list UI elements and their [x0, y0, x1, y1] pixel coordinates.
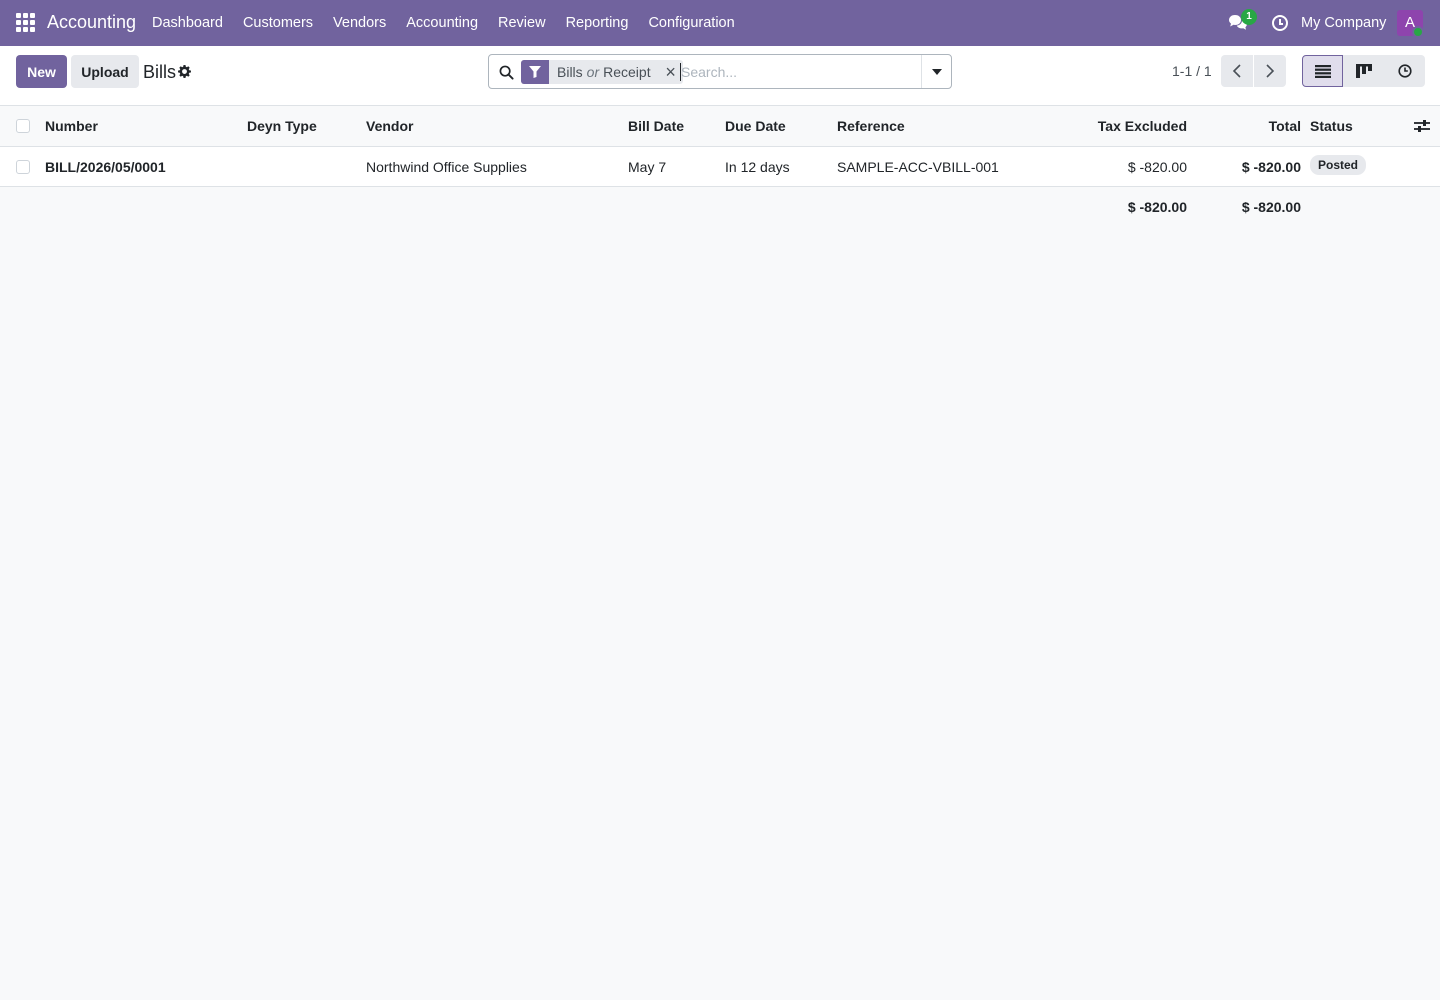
presence-indicator [1412, 26, 1424, 38]
cell-tax-excluded[interactable]: $ -820.00 [1060, 147, 1187, 186]
row-select-cell [16, 147, 32, 186]
menu-vendors[interactable]: Vendors [323, 0, 396, 46]
column-header-reference[interactable]: Reference [837, 106, 905, 146]
facet-remove-close-icon[interactable]: × [659, 60, 683, 84]
select-all-checkbox[interactable] [16, 119, 30, 133]
kanban-view-icon [1355, 64, 1372, 78]
apps-menu-icon[interactable] [16, 13, 36, 33]
chevron-left-icon [1232, 64, 1241, 78]
column-header-number[interactable]: Number [45, 106, 98, 146]
column-header-deyn-type[interactable]: Deyn Type [247, 106, 317, 146]
total-tax-excluded: $ -820.00 [1127, 199, 1187, 215]
menu-accounting[interactable]: Accounting [396, 0, 488, 46]
pager-previous-button[interactable] [1221, 55, 1253, 87]
table-row[interactable]: BILL/2026/05/0001 Northwind Office Suppl… [0, 147, 1440, 187]
menu-customers[interactable]: Customers [233, 0, 323, 46]
activity-clock-icon[interactable] [1272, 15, 1288, 31]
cell-reference[interactable]: SAMPLE-ACC-VBILL-001 [837, 147, 999, 186]
company-switcher[interactable]: My Company [1301, 15, 1386, 31]
upload-button[interactable]: Upload [71, 55, 139, 88]
cell-number[interactable]: BILL/2026/05/0001 [45, 147, 166, 186]
column-header-status[interactable]: Status [1310, 106, 1353, 146]
facet-values: Bills or Receipt [549, 64, 659, 80]
main-menu: Dashboard Customers Vendors Accounting R… [142, 0, 745, 46]
new-button[interactable]: New [16, 55, 67, 88]
menu-dashboard[interactable]: Dashboard [142, 0, 233, 46]
cell-due-date[interactable]: In 12 days [725, 147, 790, 186]
facet-value-bills: Bills [557, 64, 583, 80]
column-header-vendor[interactable]: Vendor [366, 106, 413, 146]
table-header-row: Number Deyn Type Vendor Bill Date Due Da… [0, 106, 1440, 147]
search-box: Bills or Receipt × [488, 54, 952, 89]
table-totals-row: $ -820.00 $ -820.00 [0, 187, 1440, 227]
menu-review[interactable]: Review [488, 0, 556, 46]
menu-configuration[interactable]: Configuration [638, 0, 744, 46]
column-header-bill-date[interactable]: Bill Date [628, 106, 684, 146]
facet-separator: or [586, 64, 600, 80]
pager-value[interactable]: 1-1 / 1 [1172, 63, 1212, 79]
total-amount: $ -820.00 [1241, 199, 1301, 215]
search-input[interactable] [681, 61, 921, 83]
list-view-button[interactable] [1302, 55, 1343, 87]
sliders-icon [1414, 120, 1430, 132]
activity-clock-icon [1397, 64, 1412, 78]
activity-view-button[interactable] [1384, 55, 1425, 87]
top-navbar: Accounting Dashboard Customers Vendors A… [0, 0, 1440, 46]
filter-icon [521, 60, 549, 84]
pager-next-button[interactable] [1254, 55, 1286, 87]
menu-reporting[interactable]: Reporting [556, 0, 639, 46]
row-select-checkbox[interactable] [16, 159, 30, 174]
gear-icon[interactable] [178, 65, 191, 78]
chevron-right-icon [1266, 64, 1275, 78]
facet-value-receipt: Receipt [603, 64, 651, 80]
select-all-cell [16, 106, 32, 146]
cell-total[interactable]: $ -820.00 [1200, 147, 1301, 186]
cell-vendor[interactable]: Northwind Office Supplies [366, 147, 527, 186]
filter-facet: Bills or Receipt × [521, 60, 683, 84]
control-panel: New Upload Bills Bills or Receipt × 1-1 … [0, 46, 1440, 106]
page-title: Bills [143, 62, 177, 82]
app-brand[interactable]: Accounting [47, 12, 136, 33]
list-view-icon [1314, 64, 1331, 78]
search-icon[interactable] [499, 65, 514, 80]
cell-bill-date[interactable]: May 7 [628, 147, 666, 186]
column-header-due-date[interactable]: Due Date [725, 106, 786, 146]
column-header-tax-excluded[interactable]: Tax Excluded [1060, 106, 1187, 146]
cell-status[interactable]: Posted [1310, 145, 1367, 184]
optional-columns-toggle[interactable] [1414, 106, 1430, 146]
kanban-view-button[interactable] [1343, 55, 1384, 87]
column-header-total[interactable]: Total [1200, 106, 1301, 146]
search-options-toggle-chevron-down-icon[interactable] [921, 55, 951, 88]
chat-counter-badge: 1 [1241, 9, 1257, 25]
status-badge: Posted [1310, 154, 1367, 175]
